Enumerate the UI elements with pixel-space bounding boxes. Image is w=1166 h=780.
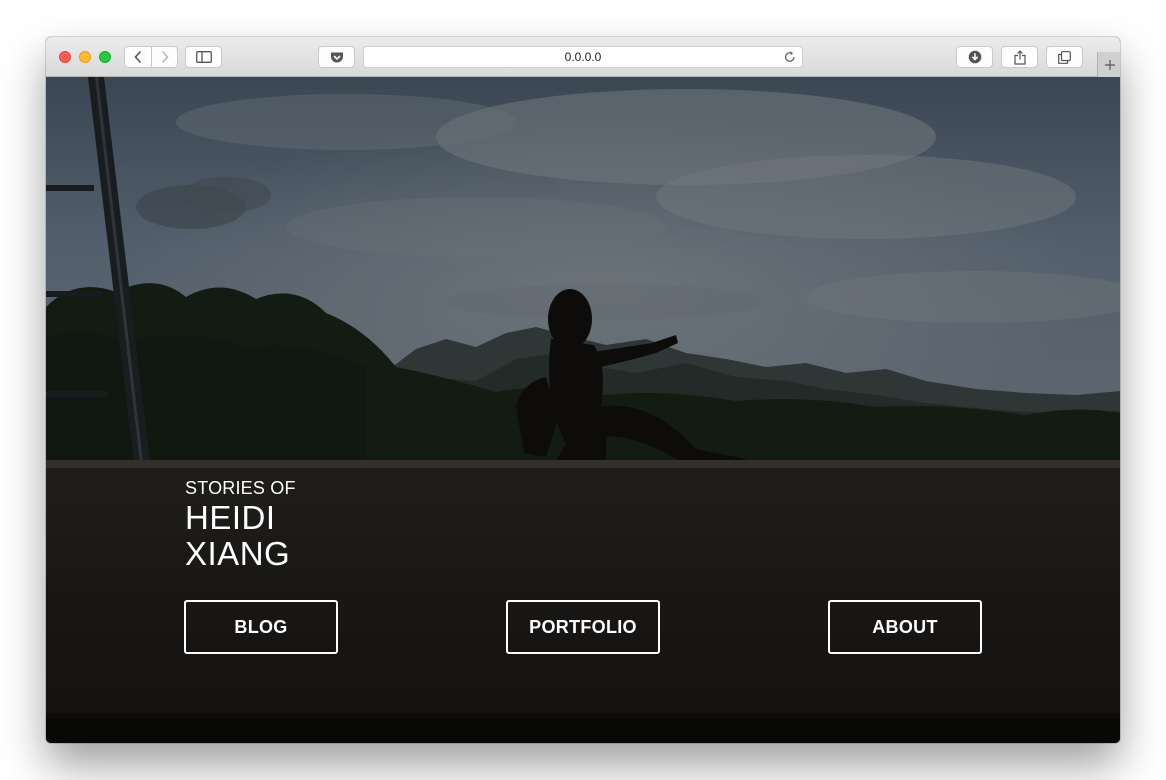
site-title-name-line1: HEIDI xyxy=(185,499,276,536)
share-icon xyxy=(1013,49,1026,65)
page-content: STORIES OF HEIDI XIANG BLOG PORTFOLIO AB… xyxy=(46,77,1120,743)
browser-window: 0.0.0.0 STORIES OF HEIDI XIANG BLOG PORT… xyxy=(46,37,1120,743)
chevron-right-icon xyxy=(161,50,169,64)
pocket-icon xyxy=(330,52,343,62)
about-button[interactable]: ABOUT xyxy=(828,600,982,654)
site-title: STORIES OF HEIDI XIANG xyxy=(185,478,296,572)
forward-button[interactable] xyxy=(151,46,178,68)
sidebar-button[interactable] xyxy=(185,46,222,68)
back-button[interactable] xyxy=(124,46,152,68)
sidebar-icon xyxy=(195,51,212,63)
tabs-overview-icon xyxy=(1058,50,1071,64)
download-icon xyxy=(968,50,981,64)
pocket-button[interactable] xyxy=(318,46,355,68)
url-text: 0.0.0.0 xyxy=(564,50,602,64)
share-button[interactable] xyxy=(1001,46,1038,68)
tabs-overview-button[interactable] xyxy=(1046,46,1083,68)
address-bar[interactable]: 0.0.0.0 xyxy=(363,46,803,68)
chevron-left-icon xyxy=(134,50,142,64)
portfolio-button[interactable]: PORTFOLIO xyxy=(506,600,660,654)
site-title-eyebrow: STORIES OF xyxy=(185,478,296,498)
downloads-button[interactable] xyxy=(956,46,993,68)
site-title-name-line2: XIANG xyxy=(185,535,291,572)
zoom-window-button[interactable] xyxy=(99,51,111,63)
plus-icon xyxy=(1104,59,1115,70)
new-tab-button[interactable] xyxy=(1097,52,1120,77)
reload-icon[interactable] xyxy=(783,50,797,64)
browser-toolbar: 0.0.0.0 xyxy=(46,37,1120,77)
close-window-button[interactable] xyxy=(59,51,71,63)
blog-button[interactable]: BLOG xyxy=(184,600,338,654)
minimize-window-button[interactable] xyxy=(79,51,91,63)
